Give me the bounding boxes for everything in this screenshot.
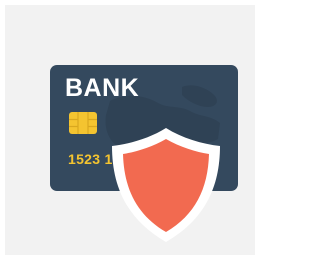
security-shield-icon bbox=[112, 128, 220, 242]
sim-chip-icon bbox=[69, 112, 97, 134]
bank-name: BANK bbox=[65, 74, 140, 102]
